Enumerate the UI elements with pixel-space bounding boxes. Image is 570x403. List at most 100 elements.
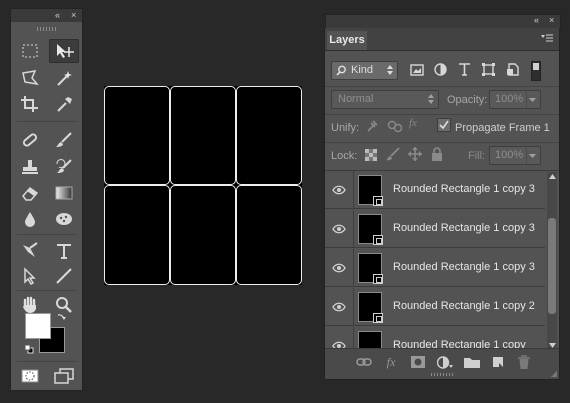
- filter-kind-select[interactable]: Kind: [331, 61, 398, 80]
- layer-list: Rounded Rectangle 1 copy 3 Rounded Recta…: [325, 171, 545, 351]
- unify-position-icon[interactable]: [365, 119, 379, 133]
- filter-toggle[interactable]: [531, 61, 541, 81]
- layer-name[interactable]: Rounded Rectangle 1 copy 3: [393, 222, 535, 234]
- rounded-rectangle-shape: [236, 185, 302, 285]
- screen-mode-icon[interactable]: [49, 364, 79, 388]
- close-icon[interactable]: ×: [549, 14, 554, 27]
- scrollbar-thumb[interactable]: [548, 218, 556, 314]
- propagate-checkbox[interactable]: [437, 118, 451, 132]
- shape-layer-badge-icon: [373, 235, 383, 245]
- sponge-icon[interactable]: [49, 207, 79, 231]
- blur-drop-icon[interactable]: [15, 207, 45, 231]
- tab-layers[interactable]: Layers: [327, 31, 367, 50]
- adjustment-filter-icon[interactable]: [434, 63, 447, 76]
- type-tool-icon[interactable]: [49, 239, 79, 263]
- divider: [325, 142, 559, 143]
- divider: [325, 114, 559, 115]
- layers-panel-header: « ×: [325, 14, 561, 28]
- brush-tool-icon[interactable]: [49, 128, 79, 152]
- rounded-rectangle-shape: [170, 86, 236, 185]
- unify-style-icon[interactable]: fx: [409, 117, 417, 129]
- unify-visibility-icon[interactable]: [387, 119, 403, 133]
- fill-value: 100%: [495, 149, 524, 161]
- updown-arrows-icon: [387, 65, 393, 75]
- add-mask-icon[interactable]: [409, 355, 427, 369]
- type-filter-icon[interactable]: [458, 62, 471, 76]
- divider: [325, 86, 559, 87]
- shape-filter-icon[interactable]: [482, 63, 495, 76]
- opacity-label: Opacity:: [447, 94, 488, 106]
- tool-separator: [17, 121, 77, 122]
- panel-menu-icon[interactable]: [541, 34, 553, 43]
- layers-panel: « × Layers Kind Normal Opacity: 100% Uni…: [324, 14, 561, 380]
- spot-healing-brush-icon[interactable]: [15, 128, 45, 152]
- layer-name[interactable]: Rounded Rectangle 1 copy 3: [393, 261, 535, 273]
- close-icon[interactable]: ×: [71, 9, 76, 22]
- rectangular-marquee-icon[interactable]: [15, 39, 45, 63]
- collapse-icon[interactable]: «: [534, 14, 539, 27]
- lock-position-icon[interactable]: [408, 147, 422, 161]
- visibility-eye-icon[interactable]: [325, 249, 354, 286]
- trash-icon[interactable]: [515, 355, 533, 369]
- history-brush-icon[interactable]: [49, 155, 79, 179]
- new-group-icon[interactable]: [463, 355, 481, 369]
- scroll-up-icon[interactable]: [549, 174, 556, 179]
- tools-panel-header: « ×: [11, 9, 82, 22]
- visibility-eye-icon[interactable]: [325, 171, 354, 208]
- lock-transparent-icon[interactable]: [365, 149, 377, 161]
- tool-separator: [17, 290, 77, 291]
- layers-footer: fx: [325, 348, 559, 379]
- field-divider: [526, 147, 527, 164]
- lock-all-icon[interactable]: [431, 147, 443, 161]
- shape-layer-badge-icon: [373, 274, 383, 284]
- foreground-color-swatch[interactable]: [25, 313, 51, 339]
- smart-object-filter-icon[interactable]: [506, 63, 520, 76]
- crop-tool-icon[interactable]: [15, 92, 45, 116]
- layer-row[interactable]: Rounded Rectangle 1 copy 3: [325, 171, 545, 209]
- collapse-icon[interactable]: «: [55, 9, 60, 22]
- clone-stamp-icon[interactable]: [15, 155, 45, 179]
- link-layers-icon[interactable]: [355, 355, 373, 369]
- blend-mode-select[interactable]: Normal: [331, 90, 439, 109]
- blend-mode-value: Normal: [338, 93, 374, 105]
- new-layer-icon[interactable]: [489, 355, 507, 369]
- visibility-eye-icon[interactable]: [325, 210, 354, 247]
- polygonal-lasso-icon[interactable]: [15, 66, 45, 90]
- swap-colors-icon[interactable]: [56, 311, 67, 322]
- eyedropper-icon[interactable]: [49, 92, 79, 116]
- move-tool-icon[interactable]: [49, 39, 79, 63]
- eraser-icon[interactable]: [15, 181, 45, 205]
- search-icon: [336, 65, 346, 76]
- field-divider: [526, 91, 527, 108]
- path-selection-icon[interactable]: [15, 264, 45, 288]
- magic-wand-icon[interactable]: [49, 66, 79, 90]
- default-colors-icon[interactable]: [24, 344, 34, 354]
- layer-name[interactable]: Rounded Rectangle 1 copy 3: [393, 183, 535, 195]
- layer-row[interactable]: Rounded Rectangle 1 copy 3: [325, 249, 545, 287]
- pen-tool-icon[interactable]: [15, 239, 45, 263]
- panel-grip[interactable]: [37, 27, 57, 31]
- gradient-icon[interactable]: [49, 181, 79, 205]
- pixel-filter-icon[interactable]: [410, 64, 424, 76]
- rounded-rectangle-shape: [236, 86, 302, 185]
- layer-thumbnail: [358, 292, 383, 323]
- layer-name[interactable]: Rounded Rectangle 1 copy 2: [393, 300, 535, 312]
- visibility-eye-icon[interactable]: [325, 288, 354, 325]
- tool-separator: [17, 361, 77, 362]
- document-canvas[interactable]: [104, 86, 302, 285]
- quick-mask-icon[interactable]: [15, 364, 45, 388]
- shape-layer-badge-icon: [373, 196, 383, 206]
- tools-panel: « ×: [10, 8, 83, 391]
- opacity-field[interactable]: 100%: [489, 90, 541, 109]
- resize-handle[interactable]: [551, 371, 557, 377]
- fill-field[interactable]: 100%: [489, 146, 541, 165]
- panel-grip[interactable]: [431, 373, 453, 376]
- lock-pixels-icon[interactable]: [386, 147, 400, 161]
- rounded-rectangle-shape: [170, 185, 236, 285]
- line-tool-icon[interactable]: [49, 264, 79, 288]
- adjustment-layer-icon[interactable]: [436, 355, 454, 369]
- filter-kind-label: Kind: [351, 64, 374, 76]
- layer-row[interactable]: Rounded Rectangle 1 copy 2: [325, 288, 545, 326]
- fx-icon[interactable]: fx: [382, 355, 400, 369]
- layer-row[interactable]: Rounded Rectangle 1 copy 3: [325, 210, 545, 248]
